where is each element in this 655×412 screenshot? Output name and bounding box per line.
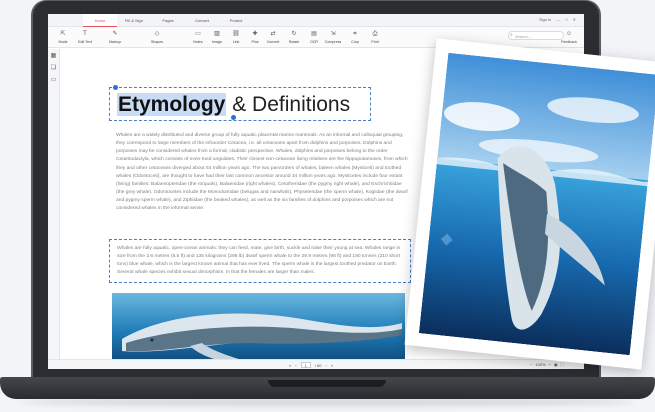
zoom-in-icon[interactable]: +	[549, 362, 551, 367]
title-bar: Home Fill & Sign Pages Convert Protect Sign …	[48, 14, 584, 27]
zoom-level[interactable]: 100%	[535, 362, 545, 367]
laptop-shadow	[20, 398, 635, 406]
status-bar: « ‹ 1 / 80 › » − 100% + ▣ ⛶	[48, 359, 584, 369]
heading-rest: & Definitions	[232, 93, 351, 116]
selection-handle-end[interactable]	[231, 115, 236, 120]
sign-in-button[interactable]: Sign in	[539, 17, 551, 22]
markup-icon: ✎	[112, 31, 118, 37]
fit-page-icon[interactable]: ▣	[554, 362, 558, 367]
selection-handle-start[interactable]	[113, 85, 118, 90]
selected-heading-word[interactable]: Etymology	[117, 93, 227, 116]
print-label: Print	[371, 40, 379, 44]
feedback-icon: ☺	[565, 31, 573, 37]
rotate-tool-button[interactable]: ↻ Rotate	[283, 30, 305, 44]
window-controls: Sign in — □ ✕	[539, 17, 576, 22]
crop-tool-button[interactable]: ⌗ Crop	[344, 30, 366, 44]
underwater-whale-illustration	[418, 52, 655, 356]
menu-tabs: Home Fill & Sign Pages Convert Protect	[83, 14, 253, 27]
pager: « ‹ 1 / 80 › »	[289, 362, 333, 368]
whale-illustration	[112, 293, 405, 369]
whale-image[interactable]	[112, 293, 405, 369]
compress-tool-button[interactable]: ⇲ Compress	[322, 30, 344, 44]
page-total: / 80	[314, 362, 322, 368]
zoom-out-icon[interactable]: −	[530, 362, 532, 367]
mode-label: Mode	[58, 40, 68, 44]
shapes-label: Shapes	[150, 40, 164, 44]
tab-pages[interactable]: Pages	[151, 14, 185, 27]
close-button[interactable]: ✕	[573, 17, 576, 22]
search-input[interactable]: Search...	[508, 31, 564, 40]
tab-home[interactable]: Home	[83, 14, 117, 27]
paragraph-1[interactable]: Whales are a widely distributed and dive…	[116, 132, 411, 214]
shapes-tool-button[interactable]: ◇ Shapes	[146, 30, 168, 44]
print-icon: ⎙	[372, 31, 378, 37]
heading-text-box[interactable]: Etymology & Definitions	[109, 85, 371, 121]
convert-icon: ⇄	[270, 31, 276, 37]
laptop-notch	[268, 380, 386, 387]
comment-icon[interactable]: ▭	[50, 77, 57, 84]
paragraph-2-box[interactable]: Whales are fully aquatic, open-ocean ani…	[109, 239, 411, 283]
compress-label: Compress	[324, 40, 342, 44]
tab-protect[interactable]: Protect	[219, 14, 253, 27]
whale-photo	[418, 52, 655, 356]
thumbnails-icon[interactable]: ▦	[50, 53, 57, 60]
compress-icon: ⇲	[330, 31, 336, 37]
markup-tool-button[interactable]: ✎ Markup	[104, 30, 126, 44]
crop-label: Crop	[351, 40, 359, 44]
maximize-button[interactable]: □	[565, 17, 567, 22]
mode-tool-button[interactable]: ⇱ Mode	[52, 30, 74, 44]
whale-photo-card	[404, 38, 655, 370]
first-page-icon[interactable]: «	[289, 363, 291, 368]
convert-label: Convert	[266, 40, 280, 44]
prev-page-icon[interactable]: ‹	[295, 363, 296, 368]
minimize-button[interactable]: —	[556, 17, 560, 22]
crop-icon: ⌗	[353, 31, 357, 37]
edit-text-label: Edit Text	[78, 40, 92, 44]
tab-convert[interactable]: Convert	[185, 14, 219, 27]
print-tool-button[interactable]: ⎙ Print	[364, 30, 386, 44]
markup-label: Markup	[109, 40, 121, 44]
tab-fill-sign[interactable]: Fill & Sign	[117, 14, 151, 27]
paragraph-2[interactable]: Whales are fully aquatic, open-ocean ani…	[117, 245, 407, 278]
zoom-controls: − 100% + ▣ ⛶	[530, 362, 564, 367]
rotate-label: Rotate	[288, 40, 300, 44]
stage: Home Fill & Sign Pages Convert Protect Sign …	[0, 0, 655, 412]
feedback-label: Feedback	[561, 40, 577, 44]
last-page-icon[interactable]: »	[331, 363, 333, 368]
convert-tool-button[interactable]: ⇄ Convert	[262, 30, 284, 44]
edit-text-tool-button[interactable]: T Edit Text	[74, 30, 96, 44]
feedback-button[interactable]: ☺ Feedback	[558, 30, 580, 44]
edit-text-icon: T	[83, 31, 87, 37]
full-screen-icon[interactable]: ⛶	[561, 362, 564, 367]
page-number-input[interactable]: 1	[300, 362, 311, 368]
next-page-icon[interactable]: ›	[325, 363, 326, 368]
mode-icon: ⇱	[60, 31, 66, 37]
shapes-icon: ◇	[154, 31, 160, 37]
rotate-icon: ↻	[291, 31, 297, 37]
left-rail: ▦ ❏ ▭	[48, 49, 60, 369]
bookmark-icon[interactable]: ❏	[50, 65, 57, 72]
page-title[interactable]: Etymology & Definitions	[117, 93, 350, 117]
